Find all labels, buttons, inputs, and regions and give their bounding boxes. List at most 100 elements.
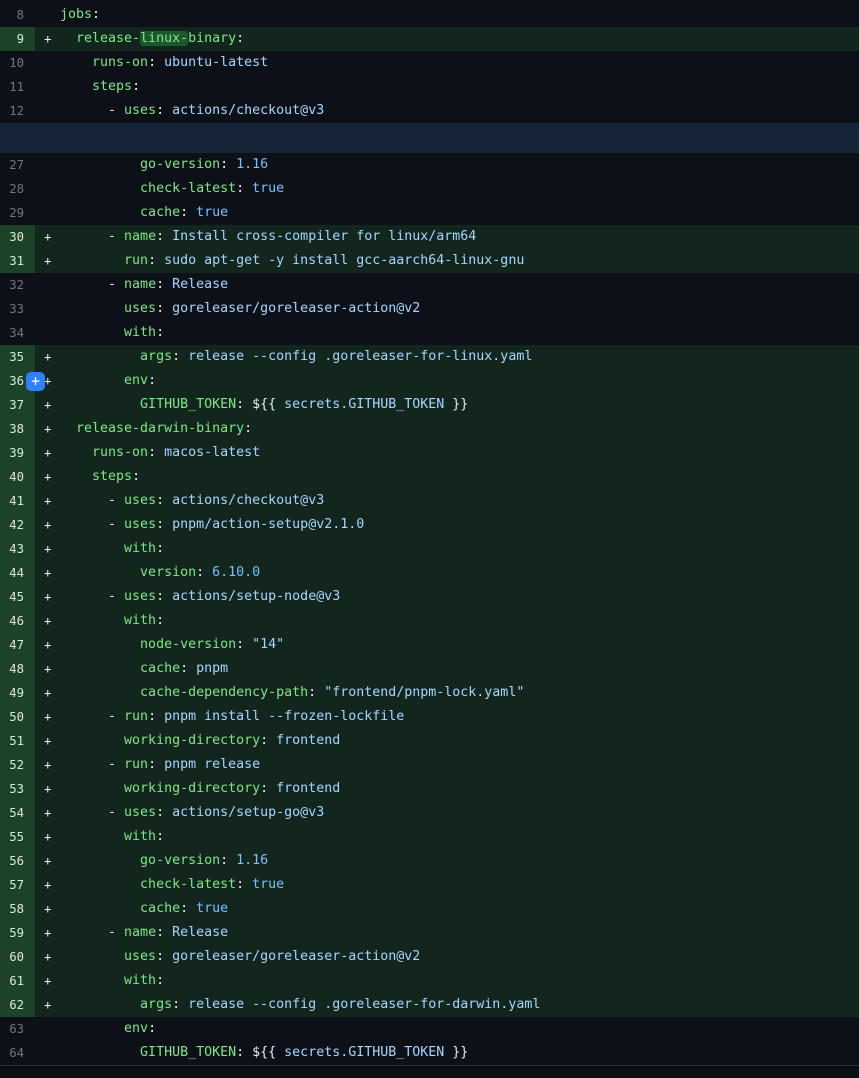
line-number[interactable]: 51 xyxy=(0,729,35,753)
diff-row: 60+ uses: goreleaser/goreleaser-action@v… xyxy=(0,945,859,969)
diff-row: 36++ env: xyxy=(0,369,859,393)
line-number[interactable]: 57 xyxy=(0,873,35,897)
code-token: pnpm release xyxy=(156,757,260,772)
line-number[interactable]: 54 xyxy=(0,801,35,825)
code-token: : xyxy=(156,613,164,628)
diff-row: 54+ - uses: actions/setup-go@v3 xyxy=(0,801,859,825)
diff-marker: + xyxy=(35,657,60,681)
line-number[interactable]: 53 xyxy=(0,777,35,801)
line-number[interactable]: 9 xyxy=(0,27,35,51)
line-number[interactable]: 55 xyxy=(0,825,35,849)
line-number[interactable]: 32 xyxy=(0,273,35,297)
line-number[interactable]: 31 xyxy=(0,249,35,273)
code-line: check-latest: true xyxy=(60,177,859,201)
line-number[interactable]: 39 xyxy=(0,441,35,465)
diff-marker: + xyxy=(35,225,60,249)
line-number[interactable]: 34 xyxy=(0,321,35,345)
code-line: with: xyxy=(60,825,859,849)
code-line: uses: goreleaser/goreleaser-action@v2 xyxy=(60,945,859,969)
expand-hidden-lines-row[interactable] xyxy=(0,123,859,153)
line-number[interactable]: 47 xyxy=(0,633,35,657)
diff-marker: + xyxy=(35,489,60,513)
line-number[interactable]: 12 xyxy=(0,99,35,123)
code-line: GITHUB_TOKEN: ${{ secrets.GITHUB_TOKEN }… xyxy=(60,1041,859,1065)
line-number[interactable]: 49 xyxy=(0,681,35,705)
code-token: }} xyxy=(444,1045,468,1060)
line-number[interactable]: 27 xyxy=(0,153,35,177)
diff-row: 9+ release-linux-binary: xyxy=(0,27,859,51)
line-number[interactable]: 48 xyxy=(0,657,35,681)
line-number[interactable]: 28 xyxy=(0,177,35,201)
line-number[interactable]: 63 xyxy=(0,1017,35,1041)
code-token: : xyxy=(156,301,164,316)
diff-row: 8jobs: xyxy=(0,3,859,27)
code-token: - xyxy=(60,589,124,604)
line-number[interactable]: 45 xyxy=(0,585,35,609)
code-token: uses xyxy=(60,301,156,316)
line-number[interactable]: 44 xyxy=(0,561,35,585)
code-token: true xyxy=(188,901,228,916)
code-line: cache: true xyxy=(60,201,859,225)
line-number[interactable]: 11 xyxy=(0,75,35,99)
code-token: uses xyxy=(124,589,156,604)
line-number[interactable]: 50 xyxy=(0,705,35,729)
diff-marker: + xyxy=(35,537,60,561)
line-number[interactable]: 46 xyxy=(0,609,35,633)
add-comment-button[interactable]: + xyxy=(26,372,45,391)
code-token: : xyxy=(156,589,164,604)
line-number[interactable]: 29 xyxy=(0,201,35,225)
code-token: : xyxy=(156,325,164,340)
code-token: version xyxy=(60,565,196,580)
diff-row: 64 GITHUB_TOKEN: ${{ secrets.GITHUB_TOKE… xyxy=(0,1041,859,1065)
code-token: name xyxy=(124,925,156,940)
line-number[interactable]: 43 xyxy=(0,537,35,561)
line-number[interactable]: 62 xyxy=(0,993,35,1017)
code-token: "14" xyxy=(244,637,284,652)
line-number[interactable]: 60 xyxy=(0,945,35,969)
line-number[interactable]: 36+ xyxy=(0,369,35,393)
line-number[interactable]: 58 xyxy=(0,897,35,921)
diff-row: 50+ - run: pnpm install --frozen-lockfil… xyxy=(0,705,859,729)
line-number[interactable]: 52 xyxy=(0,753,35,777)
code-token: go-version xyxy=(60,157,220,172)
code-line: runs-on: ubuntu-latest xyxy=(60,51,859,75)
diff-marker: + xyxy=(35,609,60,633)
line-number[interactable]: 59 xyxy=(0,921,35,945)
line-number[interactable]: 40 xyxy=(0,465,35,489)
code-token: actions/setup-go@v3 xyxy=(164,805,324,820)
line-number[interactable]: 37 xyxy=(0,393,35,417)
code-line: - uses: actions/setup-node@v3 xyxy=(60,585,859,609)
code-line: go-version: 1.16 xyxy=(60,153,859,177)
line-number[interactable]: 33 xyxy=(0,297,35,321)
code-token: cache xyxy=(60,205,180,220)
line-number[interactable]: 64 xyxy=(0,1041,35,1065)
code-token: sudo apt-get -y install gcc-aarch64-linu… xyxy=(156,253,524,268)
code-token: : xyxy=(236,637,244,652)
line-number[interactable]: 61 xyxy=(0,969,35,993)
line-number[interactable]: 30 xyxy=(0,225,35,249)
line-number[interactable]: 56 xyxy=(0,849,35,873)
diff-row: 59+ - name: Release xyxy=(0,921,859,945)
code-token: : xyxy=(220,853,228,868)
line-number[interactable]: 38 xyxy=(0,417,35,441)
code-token: : xyxy=(196,565,204,580)
diff-marker: + xyxy=(35,849,60,873)
code-token: - xyxy=(60,493,124,508)
code-token: - xyxy=(60,229,124,244)
code-token: : xyxy=(244,421,252,436)
code-token: macos-latest xyxy=(156,445,260,460)
line-number[interactable]: 41 xyxy=(0,489,35,513)
diff-marker: + xyxy=(35,345,60,369)
line-number[interactable]: 8 xyxy=(0,3,35,27)
code-token: : xyxy=(172,349,180,364)
code-token: actions/checkout@v3 xyxy=(164,493,324,508)
diff-marker: + xyxy=(35,825,60,849)
line-number[interactable]: 10 xyxy=(0,51,35,75)
code-line: - run: pnpm release xyxy=(60,753,859,777)
line-number[interactable]: 35 xyxy=(0,345,35,369)
code-token: : xyxy=(180,661,188,676)
code-token: pnpm install --frozen-lockfile xyxy=(156,709,404,724)
diff-row: 55+ with: xyxy=(0,825,859,849)
line-number[interactable]: 42 xyxy=(0,513,35,537)
code-token: : xyxy=(148,757,156,772)
